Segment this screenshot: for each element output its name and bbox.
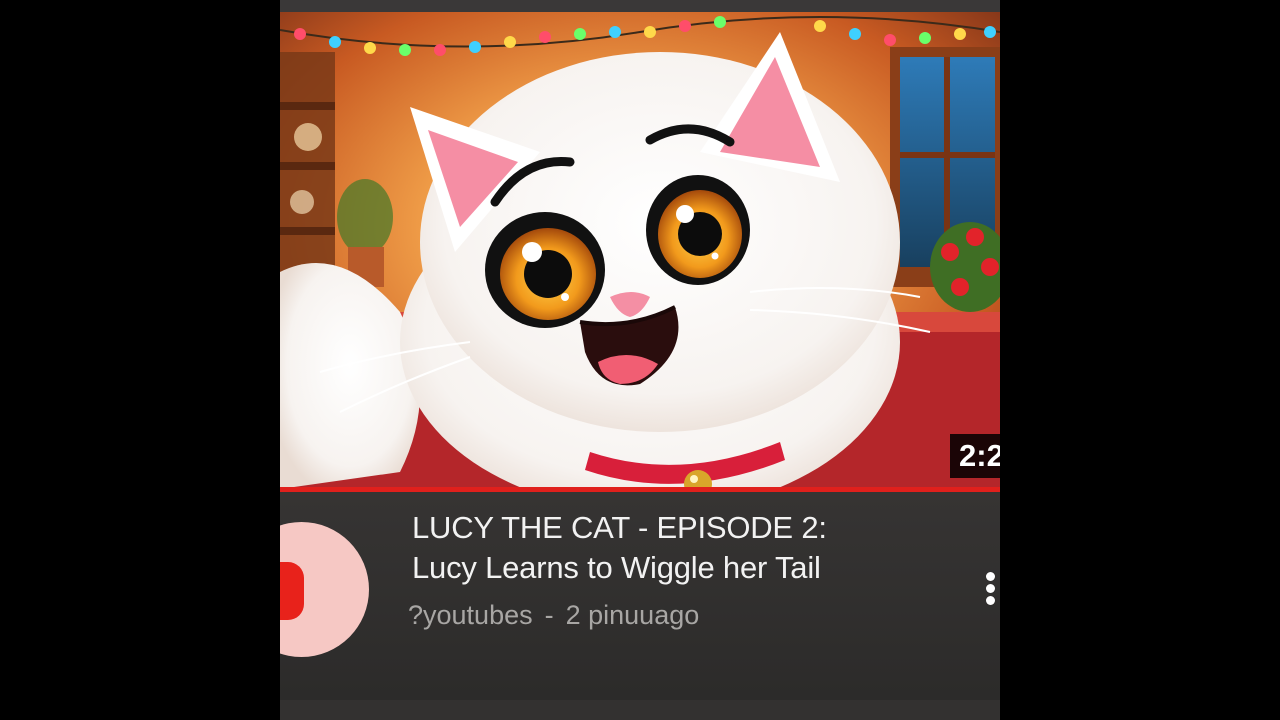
upload-age: 2 pinuuago [565,600,700,630]
kebab-dot [986,596,995,605]
meta-separator: - [544,600,554,630]
card-bottom-strip [280,700,1000,720]
channel-name[interactable]: ?youtubes [408,600,533,630]
kebab-dot [986,572,995,581]
duration-text: 2:2 [959,438,1000,473]
video-thumbnail[interactable]: 2:2 [280,12,1000,489]
video-meta: ?youtubes -2 pinuuago [408,600,699,631]
channel-avatar[interactable] [280,522,369,657]
card-top-strip [280,0,1000,12]
video-title-line-1[interactable]: LUCY THE CAT - EPISODE 2: [412,510,827,546]
kebab-dot [986,584,995,593]
thumbnail-illustration [280,12,1000,489]
video-info: LUCY THE CAT - EPISODE 2: Lucy Learns to… [280,492,1000,720]
more-vertical-icon[interactable] [980,572,1000,612]
youtube-logo-box [280,562,304,620]
video-title-line-2[interactable]: Lucy Learns to Wiggle her Tail [412,550,821,586]
page-canvas: 2:2 LUCY THE CAT - EPISODE 2: Lucy Learn… [0,0,1280,720]
video-card[interactable]: 2:2 LUCY THE CAT - EPISODE 2: Lucy Learn… [280,0,1000,720]
duration-badge: 2:2 [950,434,1000,478]
